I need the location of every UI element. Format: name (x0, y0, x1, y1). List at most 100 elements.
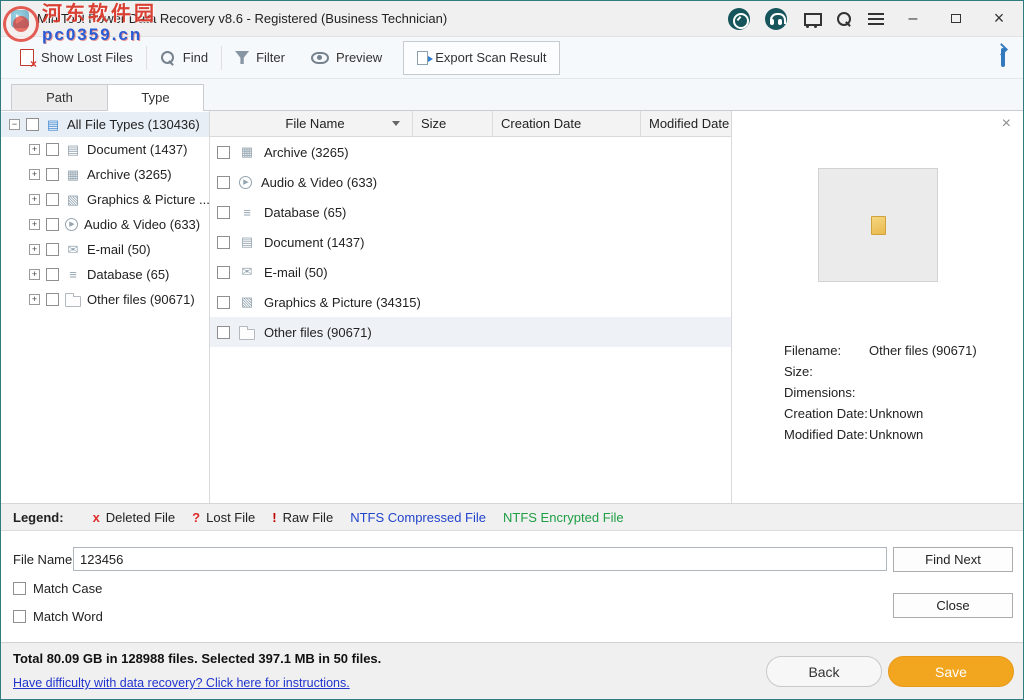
expand-icon[interactable] (29, 194, 40, 205)
tree-item-archive[interactable]: Archive (3265) (1, 162, 209, 187)
tree-item-audio-video[interactable]: Audio & Video (633) (1, 212, 209, 237)
audio-video-icon (239, 176, 252, 189)
expand-icon[interactable] (29, 244, 40, 255)
checkbox[interactable] (46, 193, 59, 206)
find-button[interactable]: Find (147, 37, 221, 78)
list-row-email[interactable]: E-mail (50) (210, 257, 731, 287)
match-word-checkbox[interactable] (13, 610, 26, 623)
search-zoom-icon[interactable] (835, 10, 853, 28)
menu-icon[interactable] (868, 13, 884, 25)
file-name: Audio & Video (633) (261, 175, 377, 190)
list-header: File Name Size Creation Date Modified Da… (210, 111, 731, 137)
expand-icon[interactable] (29, 169, 40, 180)
tab-path[interactable]: Path (11, 84, 108, 110)
help-link[interactable]: Have difficulty with data recovery? Clic… (13, 676, 350, 690)
column-file-name[interactable]: File Name (210, 111, 413, 136)
expand-icon[interactable] (29, 294, 40, 305)
tree-item-label: All File Types (130436) (67, 117, 200, 132)
file-name: Graphics & Picture (34315) (264, 295, 421, 310)
checkbox[interactable] (217, 146, 230, 159)
checkbox[interactable] (46, 268, 59, 281)
tree-item-all-file-types[interactable]: All File Types (130436) (1, 112, 209, 137)
minimize-button[interactable] (899, 7, 927, 31)
legend-lost-file: ? Lost File (192, 510, 255, 525)
tree-item-label: Audio & Video (633) (84, 217, 200, 232)
filter-button[interactable]: Filter (222, 37, 298, 78)
legend-raw-file: ! Raw File (272, 510, 333, 525)
archive-icon (65, 167, 81, 183)
checkbox[interactable] (217, 266, 230, 279)
document-icon (65, 142, 81, 158)
tree-item-other-files[interactable]: Other files (90671) (1, 287, 209, 312)
tree-item-graphics-picture[interactable]: Graphics & Picture ... (1, 187, 209, 212)
list-row-document[interactable]: Document (1437) (210, 227, 731, 257)
checkbox[interactable] (217, 206, 230, 219)
column-creation-date[interactable]: Creation Date (493, 111, 641, 136)
list-row-database[interactable]: Database (65) (210, 197, 731, 227)
show-lost-files-button[interactable]: Show Lost Files (7, 37, 146, 78)
checkbox[interactable] (217, 326, 230, 339)
cart-icon[interactable] (802, 10, 820, 28)
list-row-archive[interactable]: Archive (3265) (210, 137, 731, 167)
column-modified-date[interactable]: Modified Date (641, 111, 731, 136)
legend-deleted-file: x Deleted File (93, 510, 176, 525)
preview-close-icon[interactable] (1002, 116, 1011, 132)
checkbox[interactable] (46, 243, 59, 256)
file-name: Document (1437) (264, 235, 364, 250)
checkbox[interactable] (46, 293, 59, 306)
save-button[interactable]: Save (888, 656, 1014, 687)
file-name-input[interactable] (73, 547, 887, 571)
list-row-audio-video[interactable]: Audio & Video (633) (210, 167, 731, 197)
tab-type[interactable]: Type (107, 84, 204, 111)
archive-icon (239, 144, 255, 160)
preview-details: Filename: Other files (90671) Size: Dime… (784, 340, 1017, 445)
show-lost-files-label: Show Lost Files (41, 50, 133, 65)
checkbox[interactable] (217, 236, 230, 249)
preview-label: Preview (336, 50, 382, 65)
file-name: Archive (3265) (264, 145, 349, 160)
find-next-button[interactable]: Find Next (893, 547, 1013, 572)
list-row-graphics-picture[interactable]: Graphics & Picture (34315) (210, 287, 731, 317)
match-case-checkbox[interactable] (13, 582, 26, 595)
file-name: Database (65) (264, 205, 346, 220)
folder-icon (65, 296, 81, 307)
lost-file-icon (20, 49, 34, 66)
list-row-other-files[interactable]: Other files (90671) (210, 317, 731, 347)
legend-ntfs-encrypted: NTFS Encrypted File (503, 510, 624, 525)
expand-icon[interactable] (29, 144, 40, 155)
close-button[interactable] (985, 7, 1013, 31)
collapse-icon[interactable] (9, 119, 20, 130)
checkbox[interactable] (217, 176, 230, 189)
maximize-icon (951, 14, 961, 23)
preview-button[interactable]: Preview (298, 37, 395, 78)
share-export-button[interactable] (1001, 50, 1005, 65)
expand-icon[interactable] (29, 269, 40, 280)
checkbox[interactable] (217, 296, 230, 309)
audio-video-icon (65, 218, 78, 231)
speed-gauge-icon[interactable] (728, 8, 750, 30)
match-word-option[interactable]: Match Word (13, 609, 103, 624)
checkbox[interactable] (26, 118, 39, 131)
checkbox[interactable] (46, 218, 59, 231)
support-headset-icon[interactable] (765, 8, 787, 30)
toolbar: Show Lost Files Find Filter Preview Expo… (1, 37, 1023, 79)
export-scan-result-button[interactable]: Export Scan Result (403, 41, 560, 75)
checkbox[interactable] (46, 168, 59, 181)
close-button-find[interactable]: Close (893, 593, 1013, 618)
file-name-label: File Name: (13, 552, 76, 567)
preview-panel: Filename: Other files (90671) Size: Dime… (732, 111, 1023, 503)
match-case-option[interactable]: Match Case (13, 581, 102, 596)
tree-item-email[interactable]: E-mail (50) (1, 237, 209, 262)
eye-icon (311, 52, 329, 64)
expand-icon[interactable] (29, 219, 40, 230)
magnifier-icon (160, 50, 176, 66)
tree-item-document[interactable]: Document (1437) (1, 137, 209, 162)
tree-item-label: Graphics & Picture ... (87, 192, 209, 207)
file-thumbnail-icon (871, 216, 886, 235)
checkbox[interactable] (46, 143, 59, 156)
maximize-button[interactable] (942, 7, 970, 31)
deleted-mark: x (93, 510, 100, 525)
column-size[interactable]: Size (413, 111, 493, 136)
back-button[interactable]: Back (766, 656, 882, 687)
tree-item-database[interactable]: Database (65) (1, 262, 209, 287)
